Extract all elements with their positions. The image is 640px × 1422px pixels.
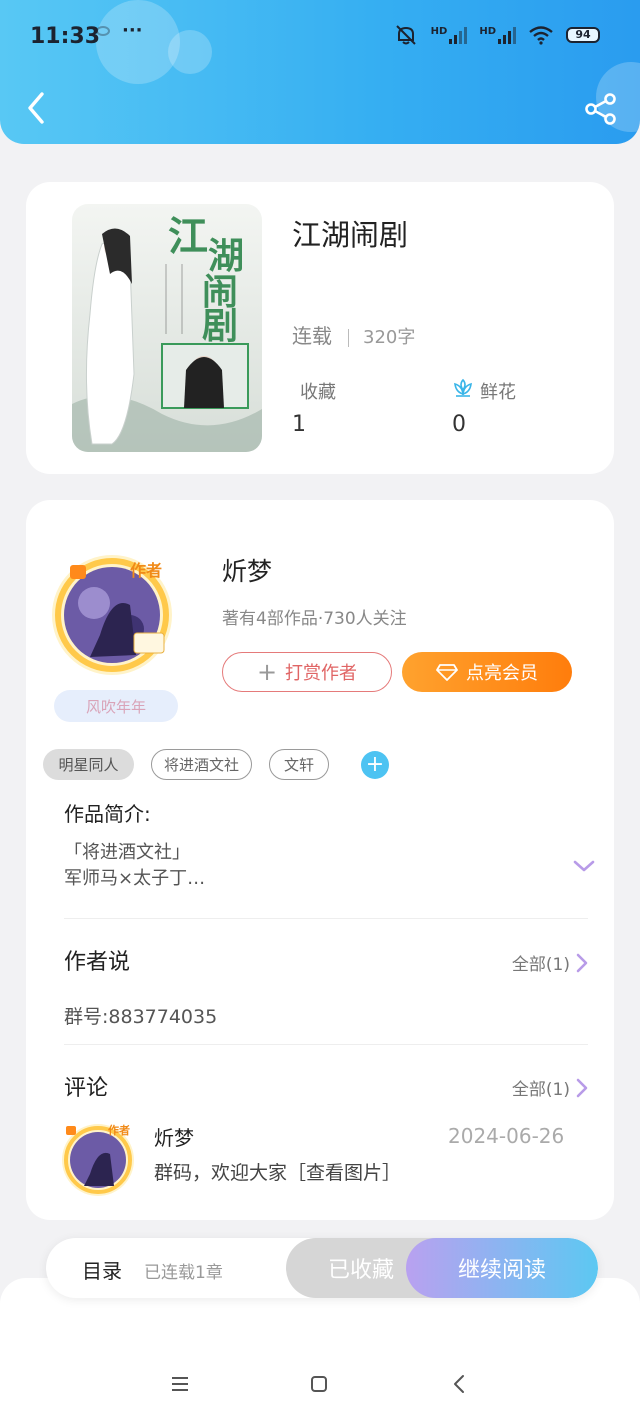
add-tag-button[interactable]: + xyxy=(361,751,389,779)
tip-author-button[interactable]: + 打赏作者 xyxy=(222,652,392,692)
eye-icon xyxy=(96,26,110,36)
header: 11:33 ··· HD HD 94 xyxy=(0,0,640,144)
tag-item[interactable]: 明星同人 xyxy=(43,749,134,780)
signal-bars-icon xyxy=(498,26,516,44)
comments-more[interactable]: 全部(1) xyxy=(512,1075,588,1100)
vip-label: 点亮会员 xyxy=(466,663,538,684)
intro-line: 军师马×太子丁… xyxy=(64,868,206,889)
flowers-label: 鲜花 xyxy=(480,382,516,403)
author-avatar-image xyxy=(52,555,172,675)
continue-reading-button[interactable]: 继续阅读 xyxy=(406,1238,598,1298)
share-icon[interactable] xyxy=(584,92,618,126)
vip-button[interactable]: 点亮会员 xyxy=(402,652,572,692)
tag-item[interactable]: 将进酒文社 xyxy=(151,749,252,780)
author-says-heading: 作者说 xyxy=(64,950,131,975)
plus-icon: + xyxy=(256,658,278,686)
comment-avatar[interactable]: 作者 xyxy=(58,1118,140,1200)
hd-label: HD xyxy=(479,26,496,37)
book-cover-image: 江 湖 闹 剧 xyxy=(72,204,262,452)
diamond-icon xyxy=(436,664,458,681)
favorites-value: 1 xyxy=(292,412,306,437)
more-dots: ··· xyxy=(122,20,143,41)
meta-divider xyxy=(348,328,349,347)
comments-more-label: 全部(1) xyxy=(511,1080,570,1100)
action-bar: 目录 已连载1章 已收藏 继续阅读 xyxy=(46,1238,598,1298)
cover-title-char-1: 江 xyxy=(168,213,208,260)
book-title: 江湖闹剧 xyxy=(292,218,409,252)
wifi-icon xyxy=(529,26,553,45)
expand-chevron-icon[interactable] xyxy=(572,858,596,874)
book-word-count: 320字 xyxy=(363,327,416,348)
status-time: 11:33 xyxy=(30,24,101,49)
signal-1: HD xyxy=(431,26,468,44)
author-name[interactable]: 炘梦 xyxy=(222,552,272,588)
tip-author-label: 打赏作者 xyxy=(285,663,358,684)
book-cover[interactable]: 江 湖 闹 剧 xyxy=(72,204,262,452)
author-badge: 作者 xyxy=(130,561,163,580)
back-arrow-icon[interactable] xyxy=(22,88,52,128)
status-bar: 11:33 ··· HD HD 94 xyxy=(0,16,640,56)
intro-heading: 作品简介: xyxy=(64,802,151,826)
tag-item[interactable]: 文轩 xyxy=(269,749,329,780)
mute-bell-icon xyxy=(395,25,416,45)
chevron-right-icon xyxy=(576,953,588,972)
author-avatar[interactable]: 作者 xyxy=(50,545,186,681)
book-status: 连载 xyxy=(292,324,332,348)
section-divider xyxy=(64,1044,588,1045)
signal-bars-icon xyxy=(449,26,468,44)
flower-icon xyxy=(454,378,472,397)
comment-author-badge: 作者 xyxy=(108,1124,130,1137)
author-nickname-tag: 风吹年年 xyxy=(54,690,178,722)
status-icons: HD HD 94 xyxy=(393,24,600,46)
author-says-text: 群号:883774035 xyxy=(64,1006,218,1028)
hd-label: HD xyxy=(430,26,448,37)
comments-heading: 评论 xyxy=(64,1076,109,1101)
menu-icon[interactable] xyxy=(171,1376,189,1392)
signal-2: HD xyxy=(479,26,516,44)
author-says-more-label: 全部(1) xyxy=(511,955,570,975)
chevron-right-icon xyxy=(576,1078,588,1097)
toc-button[interactable]: 目录 xyxy=(82,1255,122,1284)
cover-title-char-4: 剧 xyxy=(202,305,238,347)
nav-back-icon[interactable] xyxy=(452,1374,466,1394)
battery-icon: 94 xyxy=(566,27,600,43)
favorites-label: 收藏 xyxy=(300,382,336,403)
author-says-more[interactable]: 全部(1) xyxy=(512,950,588,975)
intro-text[interactable]: 「将进酒文社」 军师马×太子丁… xyxy=(64,840,205,892)
tag-label: 文轩 xyxy=(283,756,314,774)
section-divider xyxy=(64,918,588,919)
book-meta: 连载 320字 xyxy=(292,320,415,349)
flowers-value: 0 xyxy=(452,412,466,437)
author-stats: 著有4部作品·730人关注 xyxy=(222,609,407,629)
comment-date: 2024-06-26 xyxy=(448,1124,565,1148)
comment-text[interactable]: 群码，欢迎大家［查看图片］ xyxy=(154,1158,401,1185)
toc-chapter-count: 已连载1章 xyxy=(144,1263,223,1283)
comment-author-name[interactable]: 炘梦 xyxy=(154,1122,194,1151)
system-nav-bar xyxy=(0,1366,640,1402)
home-icon[interactable] xyxy=(310,1375,328,1393)
intro-line: 「将进酒文社」 xyxy=(64,842,190,863)
